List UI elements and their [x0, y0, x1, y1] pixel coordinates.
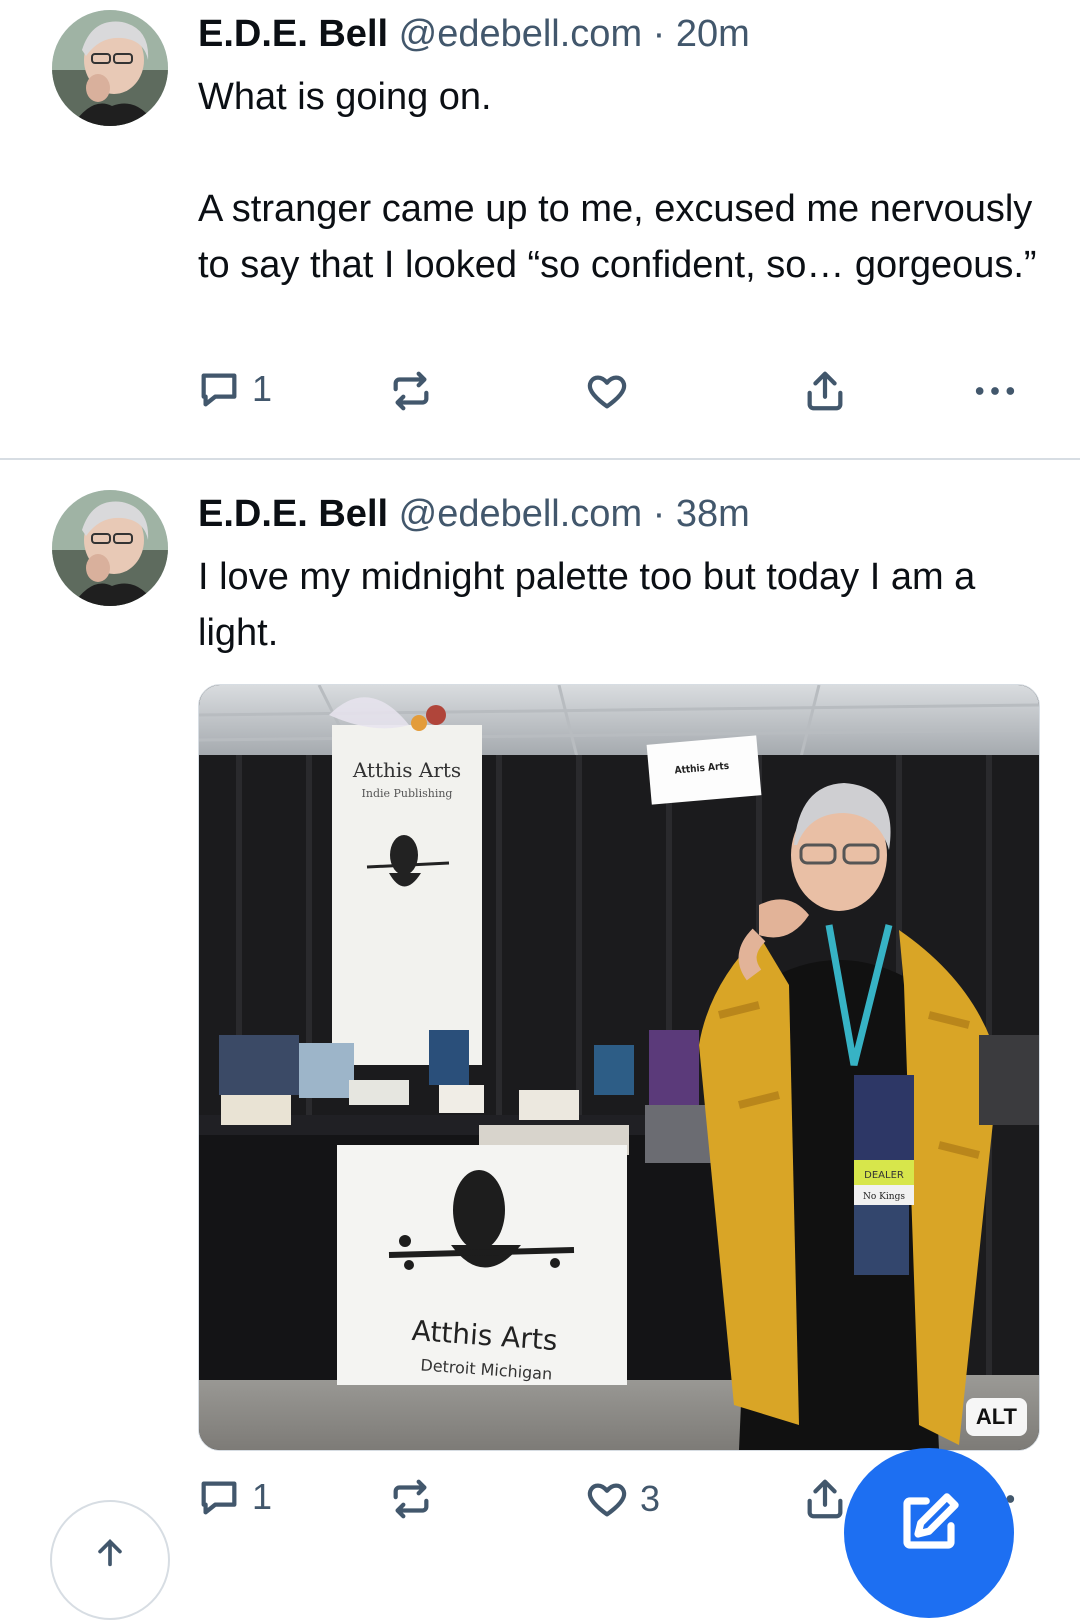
author-name[interactable]: E.D.E. Bell	[198, 493, 388, 535]
post-time[interactable]: 20m	[676, 13, 750, 55]
compose-pencil-icon	[903, 1493, 959, 1549]
meta-separator: ·	[652, 493, 666, 535]
author-avatar[interactable]	[52, 10, 168, 126]
post-text: What is going on. A stranger came up to …	[198, 76, 1037, 286]
booth-photo: Atthis Arts Indie Publishing Atthis Arts	[199, 685, 1039, 1450]
repost-arrows-icon	[393, 371, 429, 411]
reply-button[interactable]: 1	[196, 366, 272, 412]
badge-no-kings-text: No Kings	[863, 1192, 905, 1202]
post-header: E.D.E. Bell @edebell.com · 38m	[198, 490, 750, 538]
banner-subtitle: Indie Publishing	[362, 787, 453, 800]
post-1[interactable]: E.D.E. Bell @edebell.com · 20m What is g…	[0, 0, 1080, 458]
reply-count: 1	[252, 1476, 273, 1517]
share-button[interactable]	[802, 368, 848, 414]
avatar-photo	[52, 490, 168, 606]
post-text: I love my midnight palette too but today…	[198, 556, 986, 654]
like-button[interactable]	[584, 368, 640, 414]
badge-dealer-text: DEALER	[864, 1170, 904, 1181]
post-image[interactable]: Atthis Arts Indie Publishing Atthis Arts	[198, 684, 1040, 1451]
post-time[interactable]: 38m	[676, 493, 750, 535]
share-button[interactable]	[802, 1476, 848, 1522]
banner-title: Atthis Arts	[352, 758, 461, 782]
author-avatar[interactable]	[52, 490, 168, 606]
post-header: E.D.E. Bell @edebell.com · 20m	[198, 10, 750, 58]
ellipsis-icon	[975, 387, 1015, 395]
like-button[interactable]: 3	[584, 1476, 660, 1522]
compose-button[interactable]	[844, 1448, 1014, 1618]
repost-button[interactable]	[388, 1476, 444, 1522]
author-handle[interactable]: @edebell.com	[399, 13, 642, 55]
meta-separator: ·	[652, 13, 666, 55]
author-handle[interactable]: @edebell.com	[399, 493, 642, 535]
speech-bubble-icon	[201, 373, 237, 407]
arrow-up-icon	[98, 1539, 122, 1567]
share-upload-icon	[807, 1479, 843, 1519]
heart-icon	[587, 1483, 627, 1517]
reply-button[interactable]: 1	[196, 1474, 272, 1520]
repost-arrows-icon	[393, 1479, 429, 1519]
repost-button[interactable]	[388, 368, 444, 414]
author-name[interactable]: E.D.E. Bell	[198, 13, 388, 55]
more-options-button[interactable]	[972, 368, 1018, 414]
alt-text-badge[interactable]: ALT	[965, 1398, 1027, 1436]
reply-count: 1	[252, 368, 273, 409]
scroll-to-top-button[interactable]	[50, 1500, 170, 1620]
share-upload-icon	[807, 371, 843, 411]
speech-bubble-icon	[201, 1481, 237, 1515]
heart-icon	[587, 375, 627, 409]
post-actions: 1	[196, 366, 1036, 426]
like-count: 3	[640, 1478, 661, 1519]
avatar-photo	[52, 10, 168, 126]
